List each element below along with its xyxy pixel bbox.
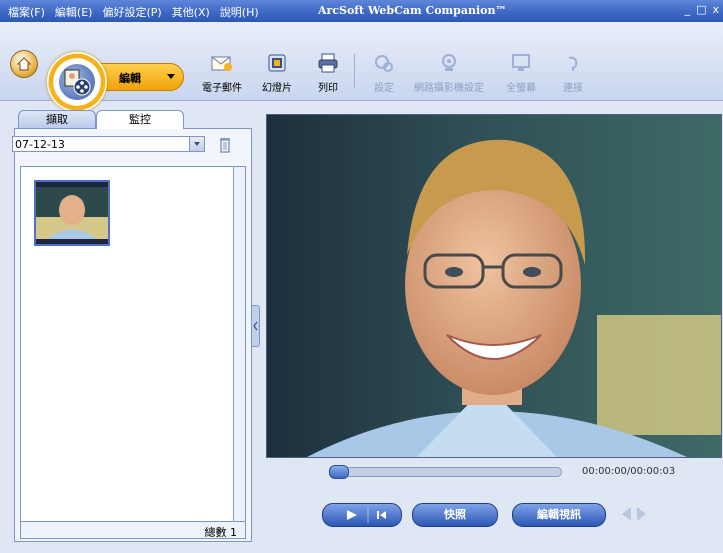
slideshow-icon [268, 54, 286, 72]
tab-monitor[interactable]: 監控 [96, 110, 184, 129]
date-dropdown[interactable]: 07-12-13 [12, 136, 205, 152]
webcam-settings-icon [442, 54, 456, 71]
video-preview [266, 114, 722, 458]
menu-edit[interactable]: 編輯(E) [55, 4, 93, 20]
video-thumbnail[interactable] [34, 180, 110, 246]
playback-controls [322, 503, 402, 527]
email-button[interactable]: 電子郵件 [202, 52, 242, 94]
webcam-settings-button[interactable]: 網路攝影機設定 [414, 52, 484, 94]
menu-other[interactable]: 其他(X) [172, 4, 210, 20]
connect-button[interactable]: 連接 [561, 52, 585, 94]
title-bar: 檔案(F) 編輯(E) 偏好設定(P) 其他(X) 說明(H) ArcSoft … [0, 0, 723, 22]
progress-knob[interactable] [329, 465, 349, 479]
menu-preferences[interactable]: 偏好設定(P) [102, 4, 161, 20]
play-icon[interactable] [347, 510, 357, 520]
person-photo-image [267, 115, 721, 457]
snapshot-button[interactable]: 快照 [412, 503, 498, 527]
settings-icon [375, 55, 393, 72]
close-button[interactable]: x [712, 3, 719, 16]
person-thumbnail-image [36, 182, 108, 244]
delete-button[interactable] [218, 135, 232, 153]
minimize-button[interactable]: _ [685, 3, 691, 16]
home-icon [17, 57, 31, 71]
menu-file[interactable]: 檔案(F) [8, 4, 45, 20]
app-title: ArcSoft WebCam Companion™ [318, 4, 507, 17]
tab-capture[interactable]: 擷取 [18, 110, 96, 129]
date-value: 07-12-13 [15, 138, 65, 151]
chevron-down-icon [167, 74, 175, 79]
window-controls: _ □ x [685, 3, 719, 16]
status-bar: 總數 1 [20, 521, 246, 539]
menu-help[interactable]: 說明(H) [220, 4, 259, 20]
nav-arrows [622, 507, 646, 521]
print-label: 列印 [318, 83, 338, 94]
email-label: 電子郵件 [202, 83, 242, 94]
media-list-scrollbar[interactable] [233, 166, 246, 522]
slideshow-label: 幻燈片 [262, 83, 292, 94]
printer-icon [318, 53, 338, 73]
maximize-button[interactable]: □ [696, 3, 706, 16]
connect-label: 連接 [563, 83, 583, 94]
chevron-left-icon [253, 321, 258, 331]
skip-to-start-icon[interactable] [377, 511, 386, 519]
email-icon [211, 56, 232, 71]
toolbar-divider [354, 54, 355, 88]
panel-splitter[interactable] [251, 305, 260, 347]
edit-video-button[interactable]: 編輯視訊 [512, 503, 606, 527]
fullscreen-label: 全螢幕 [506, 83, 536, 94]
home-button[interactable] [10, 50, 38, 78]
photo-film-icon [59, 64, 95, 100]
trash-icon [220, 138, 230, 153]
previous-arrow-icon[interactable] [622, 507, 631, 521]
slideshow-button[interactable]: 幻燈片 [262, 52, 292, 94]
chevron-down-icon[interactable] [189, 137, 204, 151]
timecode: 00:00:00/00:00:03 [582, 466, 676, 477]
next-arrow-icon[interactable] [637, 507, 646, 521]
print-button[interactable]: 列印 [316, 52, 340, 94]
settings-label: 設定 [374, 83, 394, 94]
connect-icon [568, 56, 578, 71]
toolbar: 編輯 電子郵件 幻燈片 列印 設定 網路攝影機設定 全螢幕 連接 [0, 22, 723, 112]
mode-badge [47, 52, 107, 112]
item-count: 總數 1 [204, 526, 238, 539]
playback-progress-slider[interactable] [329, 465, 562, 479]
menu-bar: 檔案(F) 編輯(E) 偏好設定(P) 其他(X) 說明(H) [8, 4, 259, 20]
fullscreen-icon [512, 54, 530, 71]
fullscreen-button[interactable]: 全螢幕 [506, 52, 536, 94]
mode-label: 編輯 [119, 72, 141, 85]
settings-button[interactable]: 設定 [372, 52, 396, 94]
webcam-settings-label: 網路攝影機設定 [414, 83, 484, 94]
